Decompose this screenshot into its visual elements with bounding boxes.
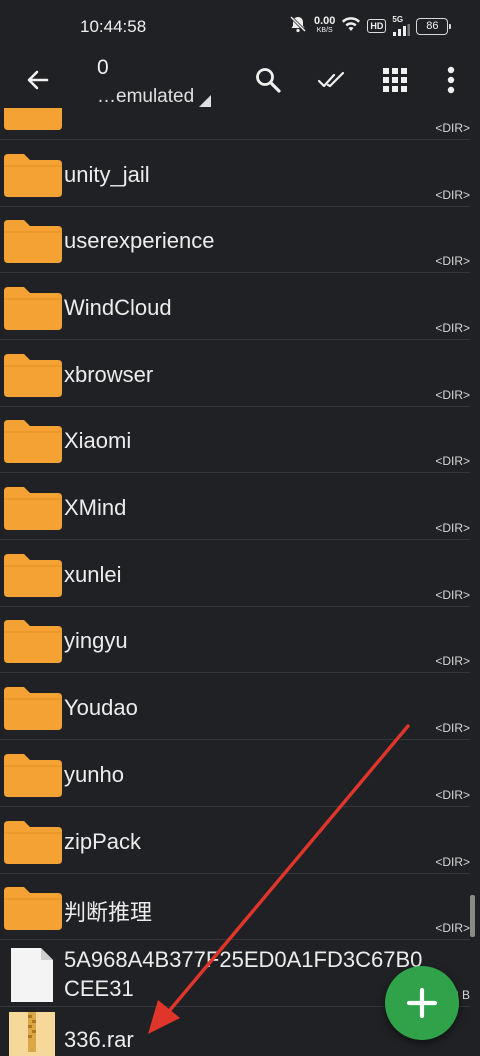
add-fab-button[interactable] [385,966,459,1040]
folder-icon [4,219,62,263]
file-name: 判断推理 [64,900,153,925]
folder-icon [4,153,62,197]
grid-view-icon[interactable] [373,52,417,108]
file-meta: <DIR> [435,454,470,468]
file-meta: <DIR> [435,855,470,869]
path-label: …emulated [97,86,195,107]
list-item[interactable]: xbrowser <DIR> [0,341,470,407]
folder-icon [4,820,62,864]
file-name: Youdao [64,695,138,720]
divider [0,272,470,273]
dropdown-triangle-icon [199,95,212,107]
search-icon[interactable] [246,52,290,108]
divider [0,806,470,807]
list-item[interactable]: Youdao <DIR> [0,674,470,740]
file-meta: <DIR> [435,921,470,935]
divider [0,472,470,473]
selection-count: 0 [97,56,109,79]
file-meta: <DIR> [435,654,470,668]
list-item[interactable]: yunho <DIR> [0,741,470,807]
file-meta: <DIR> [435,788,470,802]
file-name: unity_jail [64,162,150,187]
file-name: xbrowser [64,362,154,387]
wifi-icon [341,16,361,37]
list-item[interactable]: xunlei <DIR> [0,541,470,607]
folder-icon [4,886,62,930]
file-meta: <DIR> [435,721,470,735]
file-icon [10,947,54,1003]
folder-icon [4,753,62,797]
file-name: userexperience [64,228,215,253]
toolbar [0,52,480,108]
folder-icon [4,286,62,330]
divider [0,539,470,540]
file-meta: <DIR> [435,388,470,402]
list-item[interactable]: yingyu <DIR> [0,607,470,673]
file-name: XMind [64,495,127,520]
divider [0,739,470,740]
list-item[interactable]: XMind <DIR> [0,474,470,540]
net-speed: 0.00 KB/S [314,15,336,35]
list-item[interactable]: WindCloud <DIR> [0,274,470,340]
file-name: 5A968A4B377F25ED0A1FD3C67B0 CEE31 [64,947,423,1001]
status-time: 10:44:58 [80,17,147,36]
back-arrow-icon[interactable] [18,52,58,108]
file-meta: <DIR> [435,188,470,202]
divider [0,939,470,940]
list-item[interactable]: unity_jail <DIR> [0,141,470,207]
check-all-icon[interactable] [310,52,354,108]
divider [0,139,470,140]
list-item[interactable]: 判断推理 <DIR> [0,874,470,940]
file-name: yingyu [64,628,128,653]
file-name: 336.rar [64,1027,134,1052]
folder-icon [4,353,62,397]
folder-icon [4,619,62,663]
list-item[interactable]: zipPack <DIR> [0,808,470,874]
list-item[interactable]: <DIR> [0,108,470,140]
status-bar: 10:44:58 0.00 KB/S HD 5G 86 [0,0,480,52]
folder-icon [4,553,62,597]
file-name: yunho [64,762,124,787]
hd-badge: HD [367,19,387,33]
folder-icon [4,419,62,463]
folder-icon [4,108,62,130]
folder-icon [4,486,62,530]
scrollbar-thumb[interactable] [470,895,475,937]
file-name: zipPack [64,829,142,854]
archive-icon [8,1011,56,1056]
file-meta: <DIR> [435,521,470,535]
file-meta: <DIR> [435,588,470,602]
file-meta: <DIR> [435,121,470,135]
file-name: Xiaomi [64,428,132,453]
file-meta: <DIR> [435,321,470,335]
signal-icon: 5G [392,16,411,36]
battery-icon: 86 [416,17,452,35]
mute-bell-icon [288,14,308,39]
folder-icon [4,686,62,730]
list-item[interactable]: Xiaomi <DIR> [0,407,470,473]
file-name: xunlei [64,562,122,587]
list-item[interactable]: userexperience <DIR> [0,207,470,273]
divider [0,672,470,673]
plus-icon [406,987,438,1019]
status-icons: 0.00 KB/S HD 5G 86 [288,14,452,39]
more-vert-icon[interactable] [436,52,466,108]
divider [0,339,470,340]
path-dropdown[interactable]: …emulated [97,86,212,108]
file-list[interactable]: <DIR> unity_jail <DIR> userexperience <D… [0,108,480,1056]
file-meta: <DIR> [435,254,470,268]
file-name: WindCloud [64,295,172,320]
